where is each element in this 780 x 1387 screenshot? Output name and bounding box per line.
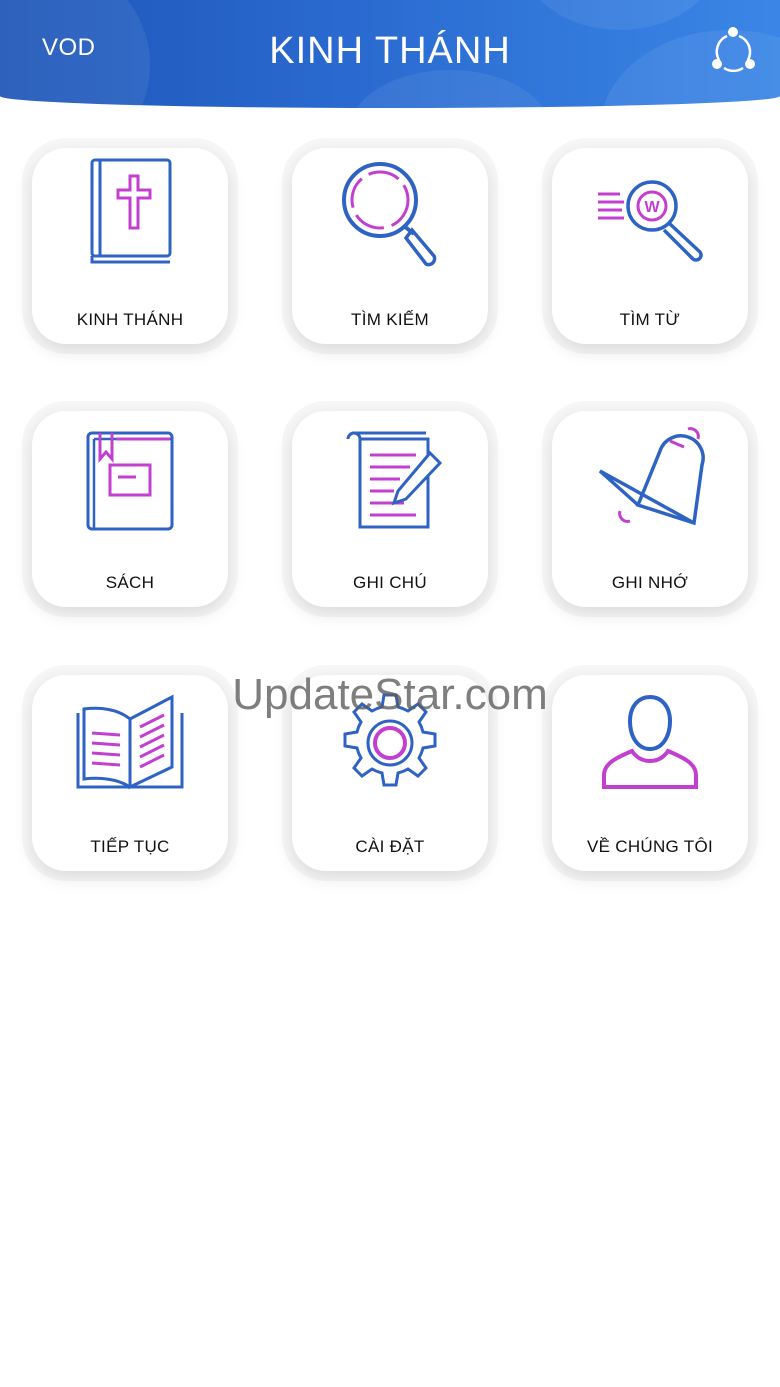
menu-tile-settings[interactable]: CÀI ĐẶT [292, 675, 488, 871]
share-icon[interactable] [706, 24, 760, 74]
menu-label: TÌM TỪ [619, 310, 681, 329]
menu-tile-bookmark[interactable]: GHI NHỚ [552, 411, 748, 607]
menu-label: GHI CHÚ [353, 573, 427, 592]
menu-tile-book[interactable]: SÁCH [32, 411, 228, 607]
menu-label: KINH THÁNH [76, 310, 184, 329]
header-decor [350, 70, 550, 108]
menu-label: TIẾP TỤC [90, 837, 170, 856]
menu-tile-word-search[interactable]: W TÌM TỪ [552, 148, 748, 344]
app-header: VOD KINH THÁNH [0, 0, 780, 108]
bell-icon [598, 427, 705, 526]
menu-label: GHI NHỚ [611, 573, 689, 592]
book-icon [86, 431, 174, 531]
svg-text:W: W [644, 199, 660, 216]
header-decor [520, 0, 720, 30]
menu-label: SÁCH [105, 573, 155, 592]
menu-tile-search[interactable]: TÌM KIẾM [292, 148, 488, 344]
magnifier-icon [342, 162, 437, 267]
bible-icon [90, 158, 172, 264]
word-search-icon: W [598, 180, 703, 262]
menu-tile-about[interactable]: VỀ CHÚNG TÔI [552, 675, 748, 871]
menu-label: VỀ CHÚNG TÔI [586, 837, 714, 856]
menu-tile-continue[interactable]: TIẾP TỤC [32, 675, 228, 871]
open-book-icon [76, 694, 184, 790]
user-icon [602, 694, 698, 789]
notes-icon [346, 431, 443, 529]
menu-label: CÀI ĐẶT [355, 837, 425, 856]
menu-tile-notes[interactable]: GHI CHÚ [292, 411, 488, 607]
menu-label: TÌM KIẾM [351, 310, 429, 329]
gear-icon [343, 693, 437, 787]
page-title: KINH THÁNH [269, 30, 511, 72]
menu-tile-bible[interactable]: KINH THÁNH [32, 148, 228, 344]
